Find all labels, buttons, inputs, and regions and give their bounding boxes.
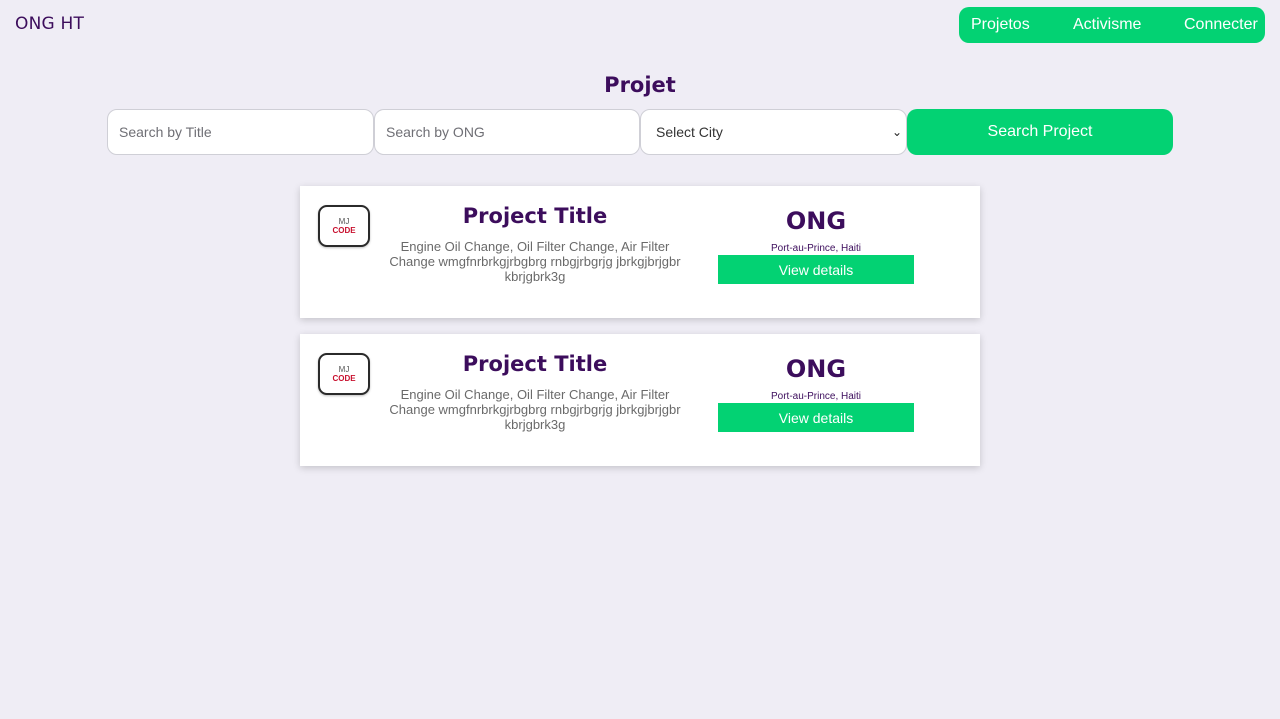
project-description: Engine Oil Change, Oil Filter Change, Ai… xyxy=(389,387,681,432)
page-title: Projet xyxy=(604,73,676,97)
logo-text-top: MJ xyxy=(338,217,350,226)
search-title-input[interactable] xyxy=(107,109,374,155)
ong-city: Port-au-Prince, Haiti xyxy=(770,243,862,254)
project-description: Engine Oil Change, Oil Filter Change, Ai… xyxy=(389,239,681,284)
logo-text-bottom: CODE xyxy=(332,226,356,235)
brand-logo-text[interactable]: ONG HT xyxy=(15,14,84,34)
chevron-down-icon: ⌄ xyxy=(891,125,902,139)
city-select[interactable]: Select City ⌄ xyxy=(640,109,907,155)
nav-link-projetos[interactable]: Projetos xyxy=(971,16,1030,34)
logo-text-bottom: CODE xyxy=(332,374,356,383)
city-select-value: Select City xyxy=(656,124,723,140)
ong-city: Port-au-Prince, Haiti xyxy=(770,391,862,402)
nav-link-connecter[interactable]: Connecter xyxy=(1184,16,1258,34)
search-project-button[interactable]: Search Project xyxy=(907,109,1173,155)
ong-name: ONG xyxy=(785,207,847,235)
project-logo: MJ CODE xyxy=(318,205,370,247)
view-details-button[interactable]: View details xyxy=(718,255,914,284)
logo-text-top: MJ xyxy=(338,365,350,374)
search-ong-input[interactable] xyxy=(374,109,640,155)
nav-link-activisme[interactable]: Activisme xyxy=(1073,16,1141,34)
project-logo: MJ CODE xyxy=(318,353,370,395)
ong-name: ONG xyxy=(785,355,847,383)
project-card: MJ CODE Project Title Engine Oil Change,… xyxy=(300,334,980,466)
top-nav: Projetos Activisme Connecter xyxy=(959,7,1265,43)
project-card: MJ CODE Project Title Engine Oil Change,… xyxy=(300,186,980,318)
project-title: Project Title xyxy=(462,204,608,228)
project-title: Project Title xyxy=(462,352,608,376)
view-details-button[interactable]: View details xyxy=(718,403,914,432)
